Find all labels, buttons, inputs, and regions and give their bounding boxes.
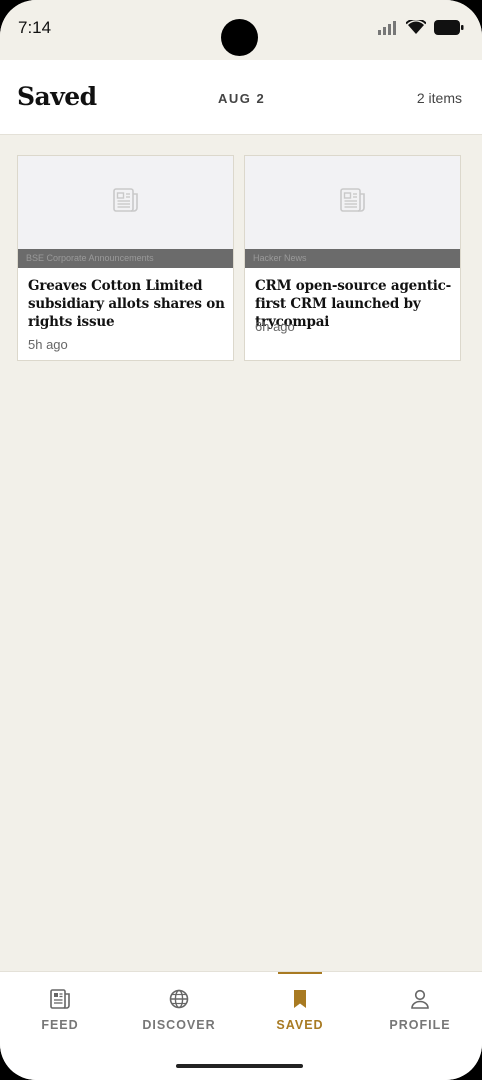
signal-icon [378, 20, 398, 40]
card-thumbnail [18, 156, 233, 249]
status-time: 7:14 [18, 18, 52, 37]
nav-label: FEED [41, 1018, 79, 1032]
newspaper-icon [50, 988, 70, 1010]
card-timestamp: 6h ago [255, 319, 295, 334]
person-icon [410, 988, 430, 1010]
card-source-label: Hacker News [245, 249, 460, 268]
card-source-label: BSE Corporate Announcements [18, 249, 233, 268]
card-timestamp: 5h ago [28, 337, 68, 352]
nav-label: PROFILE [389, 1018, 451, 1032]
nav-label: DISCOVER [142, 1018, 216, 1032]
status-icons [378, 18, 464, 40]
nav-profile[interactable]: PROFILE [360, 972, 480, 1042]
wifi-icon [405, 18, 427, 40]
header-date: AUG 2 [218, 91, 266, 106]
phone-screen: 7:14 Saved AUG 2 2 items BSE Corporate A… [0, 0, 482, 1080]
newspaper-icon [112, 188, 139, 217]
saved-count: 2 items [416, 90, 462, 106]
nav-saved[interactable]: SAVED [240, 972, 360, 1042]
page-header: Saved AUG 2 2 items [0, 60, 482, 135]
newspaper-icon [339, 188, 366, 217]
saved-article-card[interactable]: BSE Corporate Announcements Greaves Cott… [17, 155, 234, 361]
saved-article-card[interactable]: Hacker News CRM open-source agentic-firs… [244, 155, 461, 361]
page-title: Saved [17, 82, 97, 111]
nav-feed[interactable]: FEED [0, 972, 120, 1042]
nav-discover[interactable]: DISCOVER [119, 972, 239, 1042]
bookmark-icon [292, 988, 308, 1010]
globe-icon [169, 988, 189, 1010]
camera-cutout [221, 19, 258, 56]
status-bar: 7:14 [0, 0, 482, 60]
card-headline[interactable]: Greaves Cotton Limited subsidiary allots… [28, 277, 225, 331]
nav-label: SAVED [276, 1018, 324, 1032]
battery-icon [434, 20, 464, 40]
card-thumbnail [245, 156, 460, 249]
home-indicator[interactable] [176, 1064, 303, 1068]
